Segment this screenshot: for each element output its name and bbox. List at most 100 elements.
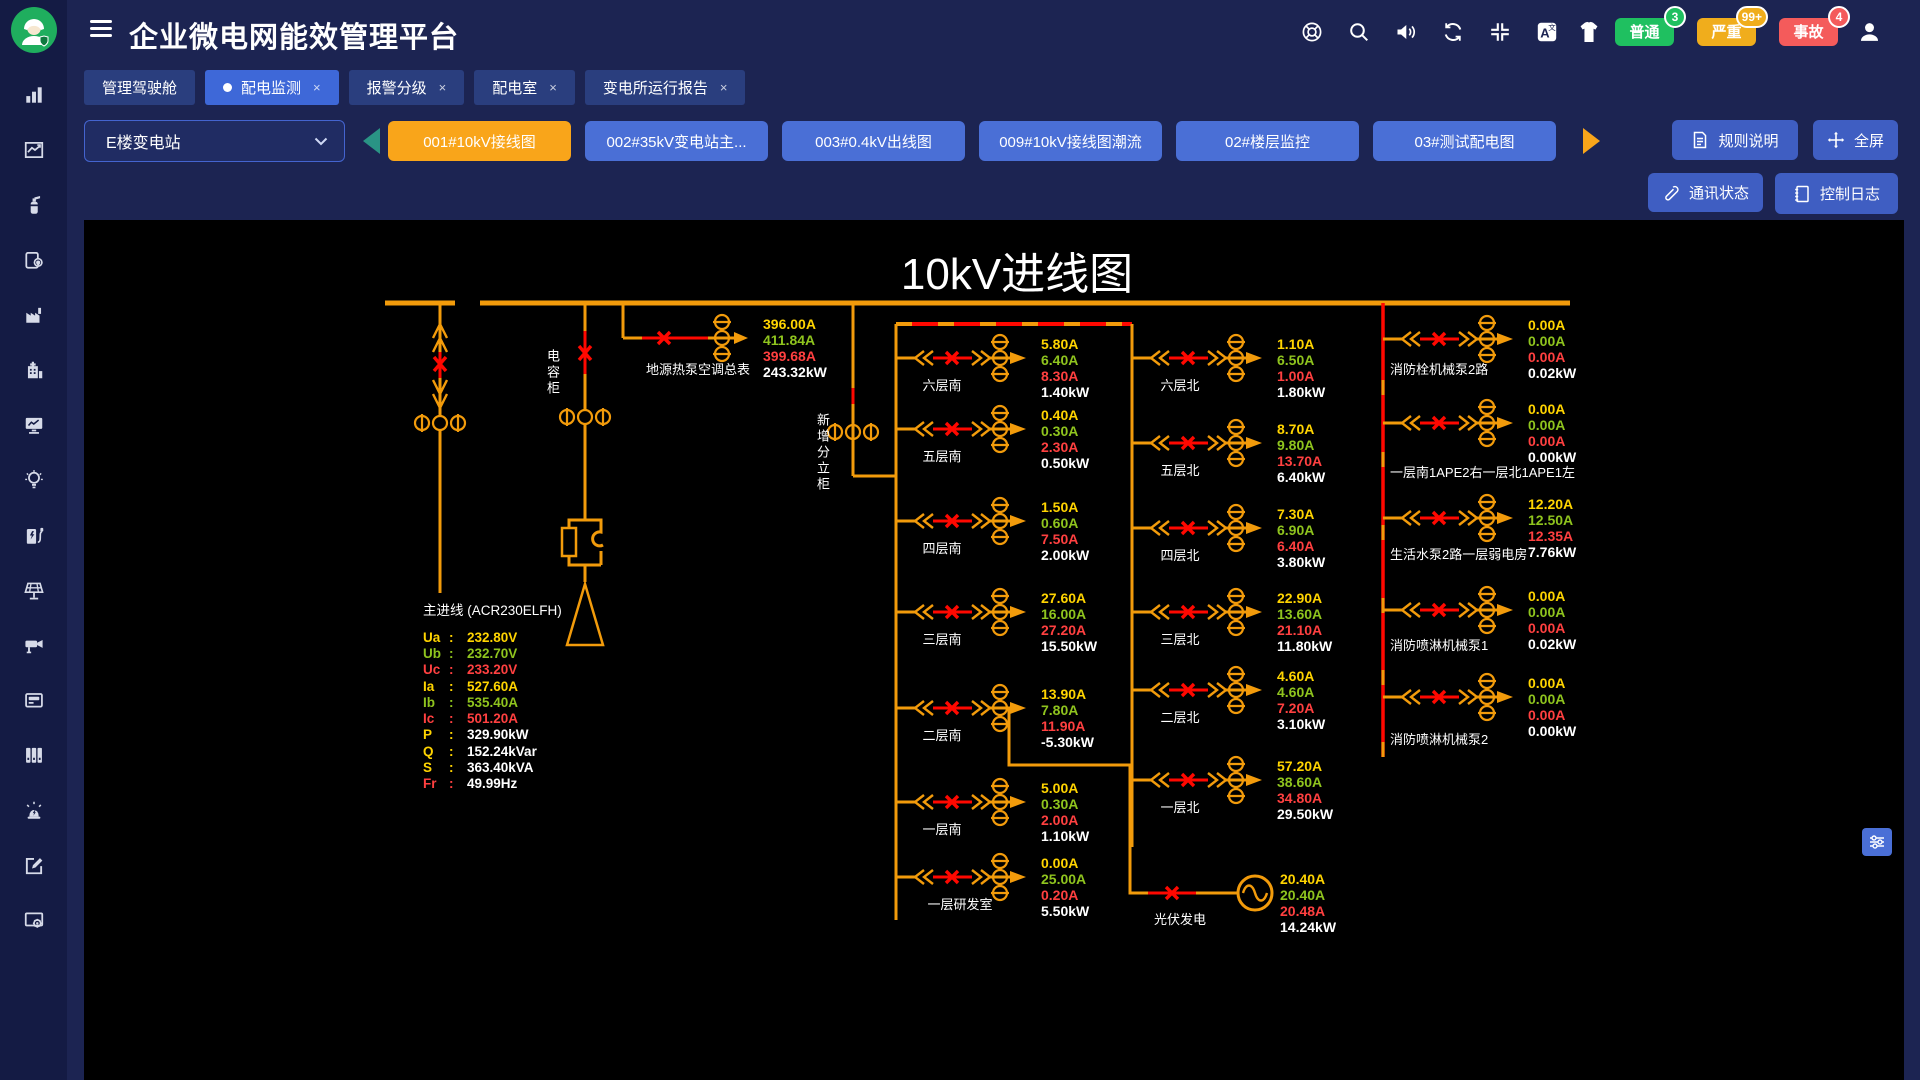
user-icon[interactable] — [1857, 19, 1882, 44]
map-search-icon[interactable] — [23, 249, 45, 271]
system-settings-icon[interactable] — [23, 909, 45, 931]
reading-a: 396.00A — [763, 316, 827, 332]
feeder-readings: 0.00A0.00A0.00A0.00kW — [1528, 675, 1576, 739]
nav-tab-4[interactable]: 变电所运行报告× — [585, 70, 746, 105]
bulb-icon[interactable] — [23, 469, 45, 491]
meter-param: Ia — [423, 679, 449, 694]
fire-extinguisher-icon[interactable] — [23, 194, 45, 216]
reading-b: 411.84A — [763, 332, 827, 348]
alarm-badges: 普通3 严重99+ 事故4 — [1615, 0, 1838, 63]
close-icon[interactable]: × — [720, 80, 728, 95]
reading-a: 0.00A — [1528, 675, 1576, 691]
volume-icon[interactable] — [1394, 20, 1418, 44]
reading-b: 6.40A — [1041, 352, 1089, 368]
diagram-tab-5[interactable]: 03#测试配电图 — [1373, 121, 1556, 161]
diagram-tab-1[interactable]: 002#35kV变电站主... — [585, 121, 768, 161]
reading-p: 11.80kW — [1277, 638, 1332, 654]
logbook-icon — [1793, 185, 1811, 203]
edit-icon[interactable] — [23, 854, 45, 876]
svg-text:文: 文 — [1548, 22, 1556, 32]
translate-icon[interactable]: A文 — [1535, 20, 1559, 44]
reading-b: 6.90A — [1277, 522, 1325, 538]
reading-a: 0.00A — [1041, 855, 1089, 871]
feeder-label: 消防栓机械泵2路 — [1390, 359, 1488, 378]
solar-panel-icon[interactable] — [23, 579, 45, 601]
reading-a: 1.10A — [1277, 336, 1325, 352]
close-icon[interactable]: × — [549, 80, 557, 95]
reading-a: 5.80A — [1041, 336, 1089, 352]
meter-colon: : — [449, 744, 467, 759]
menu-toggle-icon[interactable] — [90, 20, 112, 42]
monitor-icon[interactable] — [23, 414, 45, 436]
reading-a: 5.00A — [1041, 780, 1089, 796]
reading-c: 0.00A — [1528, 433, 1576, 449]
camera-icon[interactable] — [23, 634, 45, 656]
nav-tab-0[interactable]: 管理驾驶舱 — [84, 70, 195, 105]
meter-param: P — [423, 727, 449, 742]
meter-value: 535.40A — [467, 695, 518, 710]
alarm-badge-2[interactable]: 事故4 — [1779, 18, 1838, 46]
paperclip-icon — [1662, 184, 1680, 202]
alarm-badge-count: 3 — [1664, 6, 1686, 28]
archive-icon[interactable] — [23, 744, 45, 766]
workspace-tabs: 管理驾驶舱配电监测× 报警分级× 配电室× 变电所运行报告× — [84, 70, 745, 105]
reading-c: 34.80A — [1277, 790, 1333, 806]
meter-colon: : — [449, 646, 467, 661]
rules-button[interactable]: 规则说明 — [1672, 120, 1798, 160]
alarm-badge-label: 事故 — [1793, 21, 1823, 42]
alarm-badge-0[interactable]: 普通3 — [1615, 18, 1674, 46]
reading-b: 0.00A — [1528, 691, 1576, 707]
reading-c: 13.70A — [1277, 453, 1325, 469]
reading-c: 21.10A — [1277, 622, 1332, 638]
bar-chart-icon[interactable] — [23, 84, 45, 106]
app-window: 企业微电网能效管理平台 A文 普通3严重99+事故4 管理驾驶舱配电监测×报警分… — [0, 0, 1920, 1080]
reading-p: 3.10kW — [1277, 716, 1325, 732]
meter-row-Ub: Ub:232.70V — [423, 645, 562, 661]
control-log-button[interactable]: 控制日志 — [1775, 173, 1898, 214]
nav-tab-1[interactable]: 配电监测× — [205, 70, 339, 105]
station-select[interactable]: E楼变电站 — [84, 120, 345, 162]
meter-colon: : — [449, 695, 467, 710]
feeder-symbol — [1383, 674, 1513, 720]
access-device-icon[interactable] — [23, 689, 45, 711]
reading-b: 13.60A — [1277, 606, 1332, 622]
help-ring-icon[interactable] — [1300, 20, 1324, 44]
trend-chart-icon[interactable] — [23, 139, 45, 161]
display-settings-button[interactable] — [1862, 828, 1892, 856]
ev-charger-icon[interactable] — [23, 524, 45, 546]
alarm-badge-1[interactable]: 严重99+ — [1697, 18, 1756, 46]
meter-param: Ub — [423, 646, 449, 661]
feeder-readings: 27.60A16.00A27.20A15.50kW — [1041, 590, 1097, 654]
feeder-symbol — [1383, 587, 1513, 633]
diagram-tab-0[interactable]: 001#10kV接线图 — [388, 121, 571, 161]
fullscreen-button[interactable]: 全屏 — [1813, 120, 1898, 160]
app-logo[interactable] — [9, 5, 59, 55]
diagram-tab-4[interactable]: 02#楼层监控 — [1176, 121, 1359, 161]
search-icon[interactable] — [1347, 20, 1371, 44]
close-icon[interactable]: × — [439, 80, 447, 95]
refresh-icon[interactable] — [1441, 20, 1465, 44]
feeder-label: 四层北 — [1160, 545, 1199, 564]
diagram-tab-2[interactable]: 003#0.4kV出线图 — [782, 121, 965, 161]
main-incoming-meter: 主进线 (ACR230ELFH) Ua:232.80VUb:232.70VUc:… — [423, 599, 562, 792]
comm-status-button[interactable]: 通讯状态 — [1648, 173, 1763, 212]
active-dot-icon — [223, 83, 232, 92]
close-icon[interactable]: × — [313, 80, 321, 95]
alarm-beacon-icon[interactable] — [23, 799, 45, 821]
nav-tab-3[interactable]: 配电室× — [474, 70, 575, 105]
tabs-scroll-right-icon[interactable] — [1583, 128, 1600, 154]
factory-icon[interactable] — [23, 304, 45, 326]
reading-b: 4.60A — [1277, 684, 1325, 700]
hospital-icon[interactable] — [23, 359, 45, 381]
reading-p: 1.80kW — [1277, 384, 1325, 400]
nav-tab-2[interactable]: 报警分级× — [349, 70, 465, 105]
diagram-tab-3[interactable]: 009#10kV接线图潮流 — [979, 121, 1162, 161]
compress-icon[interactable] — [1488, 20, 1512, 44]
theme-shirt-icon[interactable] — [1576, 19, 1602, 45]
feeder-readings: 20.40A 20.40A 20.48A 14.24kW — [1280, 871, 1336, 935]
reading-c: 7.20A — [1277, 700, 1325, 716]
reading-b: 7.80A — [1041, 702, 1094, 718]
reading-a: 20.40A — [1280, 871, 1336, 887]
tabs-scroll-left-icon[interactable] — [363, 128, 380, 154]
reading-p: 0.02kW — [1528, 365, 1576, 381]
